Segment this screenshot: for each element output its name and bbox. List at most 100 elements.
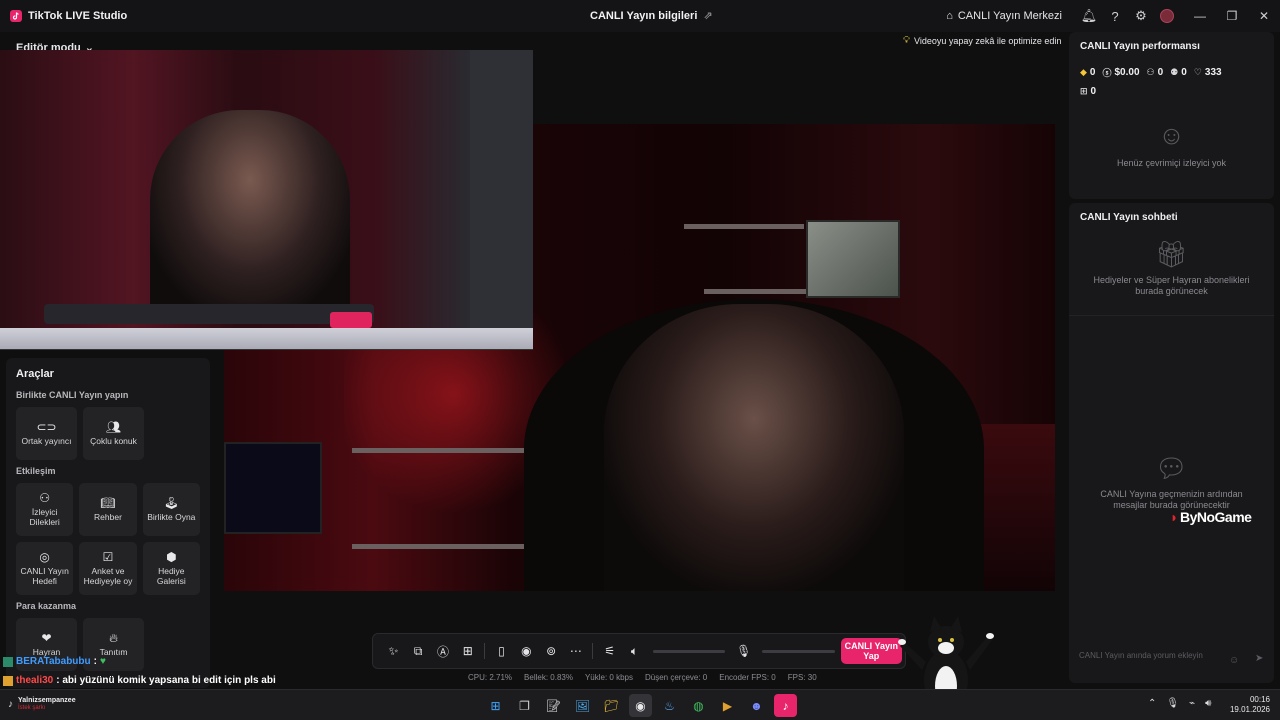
empty-chat-icon: 💬︎ xyxy=(1154,453,1188,483)
likes-value: 333 xyxy=(1204,67,1222,78)
minimize-icon[interactable]: — xyxy=(1184,0,1216,32)
tray-overflow-icon[interactable]: ⌃ xyxy=(1148,698,1156,709)
tile-label: Ortak yayıncı xyxy=(21,435,72,446)
settings-gear-icon[interactable]: ⚙ xyxy=(1128,3,1154,29)
stream-chat-message: BERATababubu : ♥ xyxy=(3,656,106,667)
poll-tile[interactable]: ☑ Anket ve Hediyeyle oy xyxy=(79,542,137,595)
tray-volume-icon[interactable]: 🔊︎ xyxy=(1205,698,1211,709)
file-explorer-icon[interactable]: 📁︎ xyxy=(600,694,623,717)
user-avatar[interactable] xyxy=(1160,9,1174,23)
viewers-icon: ⚇ xyxy=(1146,67,1155,77)
tile-label: Birlikte Oyna xyxy=(147,511,196,522)
phone-portrait-icon[interactable]: ▯ xyxy=(489,638,514,664)
chat-emote-icon: ♥ xyxy=(99,656,106,667)
earnings-value: $0.00 xyxy=(1114,67,1140,78)
fan-heart-icon: ❤ xyxy=(41,630,52,645)
virtual-camera-icon[interactable]: ⊚ xyxy=(539,638,564,664)
guide-tile[interactable]: 📖︎ Rehber xyxy=(79,483,137,536)
live-chat-panel: CANLI Yayın sohbeti 🎁︎ Hediyeler ve Süpe… xyxy=(1069,203,1274,683)
send-icon[interactable]: ➤ xyxy=(1255,653,1263,664)
preview-poster xyxy=(806,220,900,298)
tiktok-studio-taskbar-icon[interactable]: ♪ xyxy=(774,694,797,717)
clock-date: 19.01.2026 xyxy=(1229,705,1270,714)
overlay-taskbar xyxy=(0,328,533,349)
gifters-stat: ⊞ 0 xyxy=(1080,86,1096,97)
viewer-requests-icon: ⚇ xyxy=(39,490,51,505)
tile-label: Anket ve Hediyeyle oy xyxy=(83,565,133,586)
photos-icon[interactable]: 🖼︎ xyxy=(571,694,594,717)
overlay-go-live xyxy=(330,312,372,328)
clock-time: 00:16 xyxy=(1249,695,1270,704)
tile-label: Hediye Galerisi xyxy=(156,565,186,586)
co-host-tile[interactable]: ⊂⊃ Ortak yayıncı xyxy=(16,407,77,460)
viewer-requests-tile[interactable]: ⚇ İzleyici Dilekleri xyxy=(16,483,74,536)
home-icon: ⌂ xyxy=(946,10,953,22)
record-icon[interactable]: ◉ xyxy=(514,638,539,664)
ai-effect-icon[interactable]: Ⓐ xyxy=(431,638,456,664)
status-bar: CPU: 2.71% Bellek: 0.83% Yükle: 0 kbps D… xyxy=(468,673,817,685)
help-icon[interactable]: ? xyxy=(1102,3,1128,29)
play-together-tile[interactable]: 🕹︎ Birlikte Oyna xyxy=(142,483,200,536)
overlay-toolbar xyxy=(44,304,374,324)
go-live-button[interactable]: CANLI Yayın Yap xyxy=(840,638,903,664)
tray-microphone-icon[interactable]: 🎙︎ xyxy=(1166,698,1179,709)
diamonds-stat: ◆ 0 xyxy=(1080,67,1095,78)
fps-status: FPS: 30 xyxy=(787,673,817,682)
discord-icon[interactable]: ☻ xyxy=(745,694,768,717)
multi-guest-tile[interactable]: 👥︎ Çoklu konuk xyxy=(83,407,144,460)
maximize-icon[interactable]: ❐ xyxy=(1216,0,1248,32)
media-player-icon[interactable]: ▶ xyxy=(716,694,739,717)
steam-icon[interactable]: ♨ xyxy=(658,694,681,717)
speaker-volume-slider[interactable] xyxy=(652,649,726,653)
preview-monitor xyxy=(224,442,322,534)
system-clock[interactable]: 00:16 19.01.2026 xyxy=(1228,695,1270,714)
live-center-label: CANLI Yayın Merkezi xyxy=(957,10,1062,22)
chat-input[interactable]: CANLI Yayın anında yorum ekleyin xyxy=(1079,651,1239,660)
live-center-button[interactable]: ⌂ CANLI Yayın Merkezi xyxy=(946,10,1062,22)
tile-label: Rehber xyxy=(94,511,122,522)
chat-badge-icon xyxy=(3,675,13,686)
share-icon[interactable]: ⇗ xyxy=(703,9,712,22)
overlay-side-panel xyxy=(470,50,533,349)
music-note-icon: ♪ xyxy=(8,698,13,710)
notification-bell-icon[interactable]: 🔔︎ xyxy=(1076,3,1102,29)
tray-network-icon[interactable]: ⌁ xyxy=(1189,698,1195,709)
gifters-value: 0 xyxy=(1090,86,1097,97)
controls-divider xyxy=(484,643,486,659)
empty-viewers-icon: ☺ xyxy=(1158,120,1185,150)
followers-value: 0 xyxy=(1181,67,1187,78)
screen-capture-source[interactable] xyxy=(0,50,533,350)
mixer-sliders-icon[interactable]: ⚟ xyxy=(597,638,622,664)
emoji-icon[interactable]: ☺ xyxy=(1229,655,1239,666)
encoder-fps-status: Encoder FPS: 0 xyxy=(719,673,776,682)
scene-plus-icon[interactable]: ⊞ xyxy=(455,638,480,664)
magic-wand-icon[interactable]: ✨︎ xyxy=(381,638,406,664)
more-options-icon[interactable]: ⋯ xyxy=(564,638,589,664)
task-view-icon[interactable]: ❐ xyxy=(513,694,536,717)
target-icon: ◎ xyxy=(39,549,50,564)
gift-gallery-tile[interactable]: ⬢ Hediye Galerisi xyxy=(142,542,200,595)
chat-message-text: : abi yüzünü komik yapsana bi edit için … xyxy=(56,675,276,686)
live-goal-tile[interactable]: ◎ CANLI Yayın Hedefi xyxy=(16,542,74,595)
followers-stat: ⚉ 0 xyxy=(1170,67,1187,78)
book-icon: 📖︎ xyxy=(100,495,116,510)
now-playing-widget[interactable]: ♪ Yalnizsempanzee İstek şarkı xyxy=(8,697,76,711)
microphone-icon[interactable]: 🎙︎ xyxy=(731,638,756,664)
stream-info-button[interactable]: CANLI Yayın bilgileri ⇗ xyxy=(590,9,713,23)
notepad-icon[interactable]: 📝︎ xyxy=(542,694,565,717)
mic-volume-slider[interactable] xyxy=(762,649,835,653)
source-add-icon[interactable]: ⧉ xyxy=(406,638,431,664)
song-subtitle: İstek şarkı xyxy=(18,705,46,711)
chat-username: theali30 xyxy=(16,675,54,686)
obs-icon[interactable]: ◉ xyxy=(629,694,652,717)
windows-start-icon[interactable]: ⊞ xyxy=(484,694,507,717)
bynogame-logo-icon: ◗ xyxy=(1170,509,1178,525)
close-icon[interactable]: ✕ xyxy=(1248,0,1280,32)
ai-optimize-button[interactable]: 💡︎ Videoyu yapay zekâ ile optimize edin xyxy=(903,33,1067,48)
controls-divider xyxy=(592,643,594,659)
section-title-collab: Birlikte CANLI Yayın yapın xyxy=(16,390,129,400)
preview-shelf xyxy=(704,289,814,294)
live-performance-panel: CANLI Yayın performansı ◆ 0 ⓢ $0.00 ⚇ 0 ⚉ 0 … xyxy=(1069,32,1274,199)
speaker-icon[interactable]: 🔈︎ xyxy=(622,638,647,664)
chrome-icon[interactable]: ◍ xyxy=(687,694,710,717)
